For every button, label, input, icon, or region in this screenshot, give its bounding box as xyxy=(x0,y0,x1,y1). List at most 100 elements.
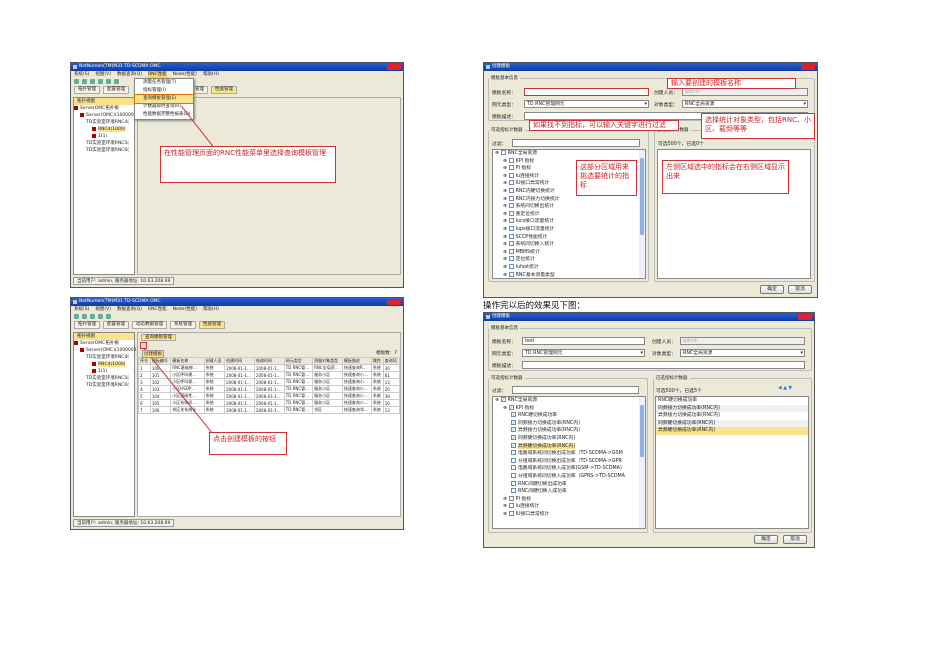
checkbox[interactable] xyxy=(508,510,514,516)
checkbox[interactable] xyxy=(508,180,514,186)
menu-query[interactable]: 数据查询(Q) xyxy=(117,306,142,313)
tree-item[interactable]: ⊕ Iups接口流量统计 xyxy=(493,225,645,234)
expand-icon[interactable]: ⊕ xyxy=(503,204,507,209)
checkbox[interactable]: ✓ xyxy=(511,427,516,433)
tab-topology[interactable]: 拓扑管理 xyxy=(74,86,100,94)
checkbox[interactable]: ✓ xyxy=(511,412,516,418)
tree-item[interactable]: ⊕ RNC基本测量类型 xyxy=(493,271,645,279)
tree-item[interactable]: ⊕ Iufast统计 xyxy=(493,263,645,272)
tree-item[interactable]: ✓ 异频硬切换成功率(RNC内) xyxy=(493,442,645,451)
selected-item[interactable]: 异频硬切换成功率(RNC内) xyxy=(656,427,808,435)
tree-item[interactable]: ⊕ Iu连接统计 xyxy=(493,503,645,511)
checkbox[interactable]: ✓ xyxy=(511,434,516,440)
checkbox[interactable] xyxy=(508,263,514,269)
tool-icon[interactable] xyxy=(74,314,79,319)
ok-button[interactable]: 确定 xyxy=(754,535,778,544)
tree-node[interactable]: ServerOMC拓扑根 xyxy=(74,105,134,112)
cancel-button[interactable]: 取消 xyxy=(788,285,812,294)
column-header[interactable]: 模板描述 xyxy=(341,357,372,365)
tree-item[interactable]: RNC间硬切换入成功率 xyxy=(493,488,645,496)
column-header[interactable]: 网元类型 xyxy=(283,357,314,365)
checkbox[interactable] xyxy=(508,210,514,216)
tab-system[interactable]: 系统管理 xyxy=(170,321,196,329)
checkbox[interactable] xyxy=(511,450,516,456)
ok-button[interactable]: 确定 xyxy=(760,285,784,294)
expand-icon[interactable]: ⊕ xyxy=(495,398,499,403)
expand-icon[interactable]: ⊕ xyxy=(503,250,507,255)
tree-node[interactable]: 1(1) xyxy=(74,133,134,140)
expand-icon[interactable]: ⊕ xyxy=(503,242,507,247)
checkbox[interactable] xyxy=(508,172,514,178)
column-header[interactable]: 创建人员 xyxy=(203,357,226,365)
menu-help[interactable]: 帮助(H) xyxy=(203,306,219,313)
tool-icon[interactable] xyxy=(90,314,95,319)
checkbox[interactable] xyxy=(508,187,514,193)
tree-item[interactable]: ⊕ 定位统计 xyxy=(493,256,645,264)
expand-icon[interactable]: ⊕ xyxy=(503,197,507,202)
tree-node[interactable]: TD实验室环境RNC4( xyxy=(74,119,134,126)
tab-performance[interactable]: 性能管理 xyxy=(211,86,237,94)
checkbox[interactable] xyxy=(508,203,514,209)
expand-icon[interactable]: ⊕ xyxy=(503,227,507,232)
tool-icon[interactable] xyxy=(98,79,103,84)
filter-input[interactable] xyxy=(512,386,639,394)
ne-type-select[interactable]: TD RNC管理网元 xyxy=(524,100,649,108)
menu-node[interactable]: Node(性能) xyxy=(173,71,197,78)
filter-input[interactable] xyxy=(512,139,640,147)
expand-icon[interactable]: ⊕ xyxy=(503,174,507,179)
tree-item[interactable]: ⊕ SCCP性能统计 xyxy=(493,233,645,242)
tree-item[interactable]: ✓ 同频硬切换成功率(RNC内) xyxy=(493,434,645,443)
checkbox[interactable] xyxy=(508,218,514,224)
expand-icon[interactable]: ⊕ xyxy=(495,151,499,156)
menu-node[interactable]: Node(性能) xyxy=(173,306,197,313)
tool-icon[interactable] xyxy=(74,79,79,84)
checkbox[interactable] xyxy=(511,480,516,486)
checkbox[interactable] xyxy=(508,256,514,262)
column-header[interactable]: 序号 xyxy=(138,357,151,365)
tree-item[interactable]: ⊕ RNC内接力切换统计 xyxy=(493,195,645,204)
tree-node[interactable]: TD实验室环境RNC4( xyxy=(74,354,134,361)
tree-node[interactable]: TD实验室环境RNC6( xyxy=(74,382,134,389)
expand-icon[interactable]: ⊕ xyxy=(503,189,507,194)
checkbox[interactable] xyxy=(508,495,514,501)
selected-item[interactable]: 异频接力切换成功率(RNC内) xyxy=(656,412,808,420)
close-button[interactable] xyxy=(798,314,812,320)
tab-performance[interactable]: 性能管理 xyxy=(199,321,225,329)
template-name-input[interactable] xyxy=(524,88,649,96)
menu-rnc-perf[interactable]: RNC性能 xyxy=(148,306,167,313)
tree-item[interactable]: ✓ 同频接力切换成功率(RNC内) xyxy=(493,419,645,428)
checkbox[interactable] xyxy=(508,271,514,277)
column-header[interactable]: 修改时间 xyxy=(253,357,285,365)
tree-node[interactable]: TD实验室环境RNC6( xyxy=(74,147,134,154)
tab-config[interactable]: 配置管理 xyxy=(103,321,129,329)
tab-topology[interactable]: 拓扑管理 xyxy=(74,321,100,329)
column-header[interactable]: 测量对象类型 xyxy=(312,357,343,365)
menu-query[interactable]: 数据查询(Q) xyxy=(117,71,142,78)
menu-system[interactable]: 系统(S) xyxy=(74,71,89,78)
menu-item[interactable]: 测量任务管理(T) xyxy=(135,79,193,87)
checkbox[interactable] xyxy=(511,472,516,478)
checkbox[interactable] xyxy=(500,150,506,155)
expand-icon[interactable]: ⊕ xyxy=(503,235,507,240)
expand-icon[interactable]: ⊕ xyxy=(503,181,507,186)
expand-icon[interactable]: ⊕ xyxy=(503,273,507,278)
tool-icon[interactable] xyxy=(98,314,103,319)
checkbox[interactable] xyxy=(508,241,514,247)
checkbox[interactable] xyxy=(508,157,514,163)
tool-icon[interactable] xyxy=(106,79,111,84)
checkbox[interactable] xyxy=(508,225,514,231)
tree-node[interactable]: Server(OMC)(1000001) xyxy=(74,347,138,354)
tool-icon[interactable] xyxy=(82,314,87,319)
tree-node[interactable]: 1(1) xyxy=(74,368,134,375)
checkbox[interactable] xyxy=(508,248,514,254)
tree-item[interactable]: ⊕ 系统间切换出统计 xyxy=(493,203,645,211)
selected-item[interactable]: RNC硬切换成功率 xyxy=(656,397,808,405)
menu-system[interactable]: 系统(S) xyxy=(74,306,89,313)
tree-node[interactable]: RNC4(1000) xyxy=(74,361,134,368)
checkbox[interactable] xyxy=(508,195,514,201)
ne-type-select[interactable]: TD RNC管理网元 xyxy=(522,349,645,357)
checkbox[interactable]: ✓ xyxy=(508,404,514,410)
tool-icon[interactable] xyxy=(114,79,119,84)
tree-item[interactable]: 电路域系统间切换出成功率（TD-SCDMA->GSM xyxy=(493,450,645,458)
checkbox[interactable] xyxy=(508,165,514,171)
